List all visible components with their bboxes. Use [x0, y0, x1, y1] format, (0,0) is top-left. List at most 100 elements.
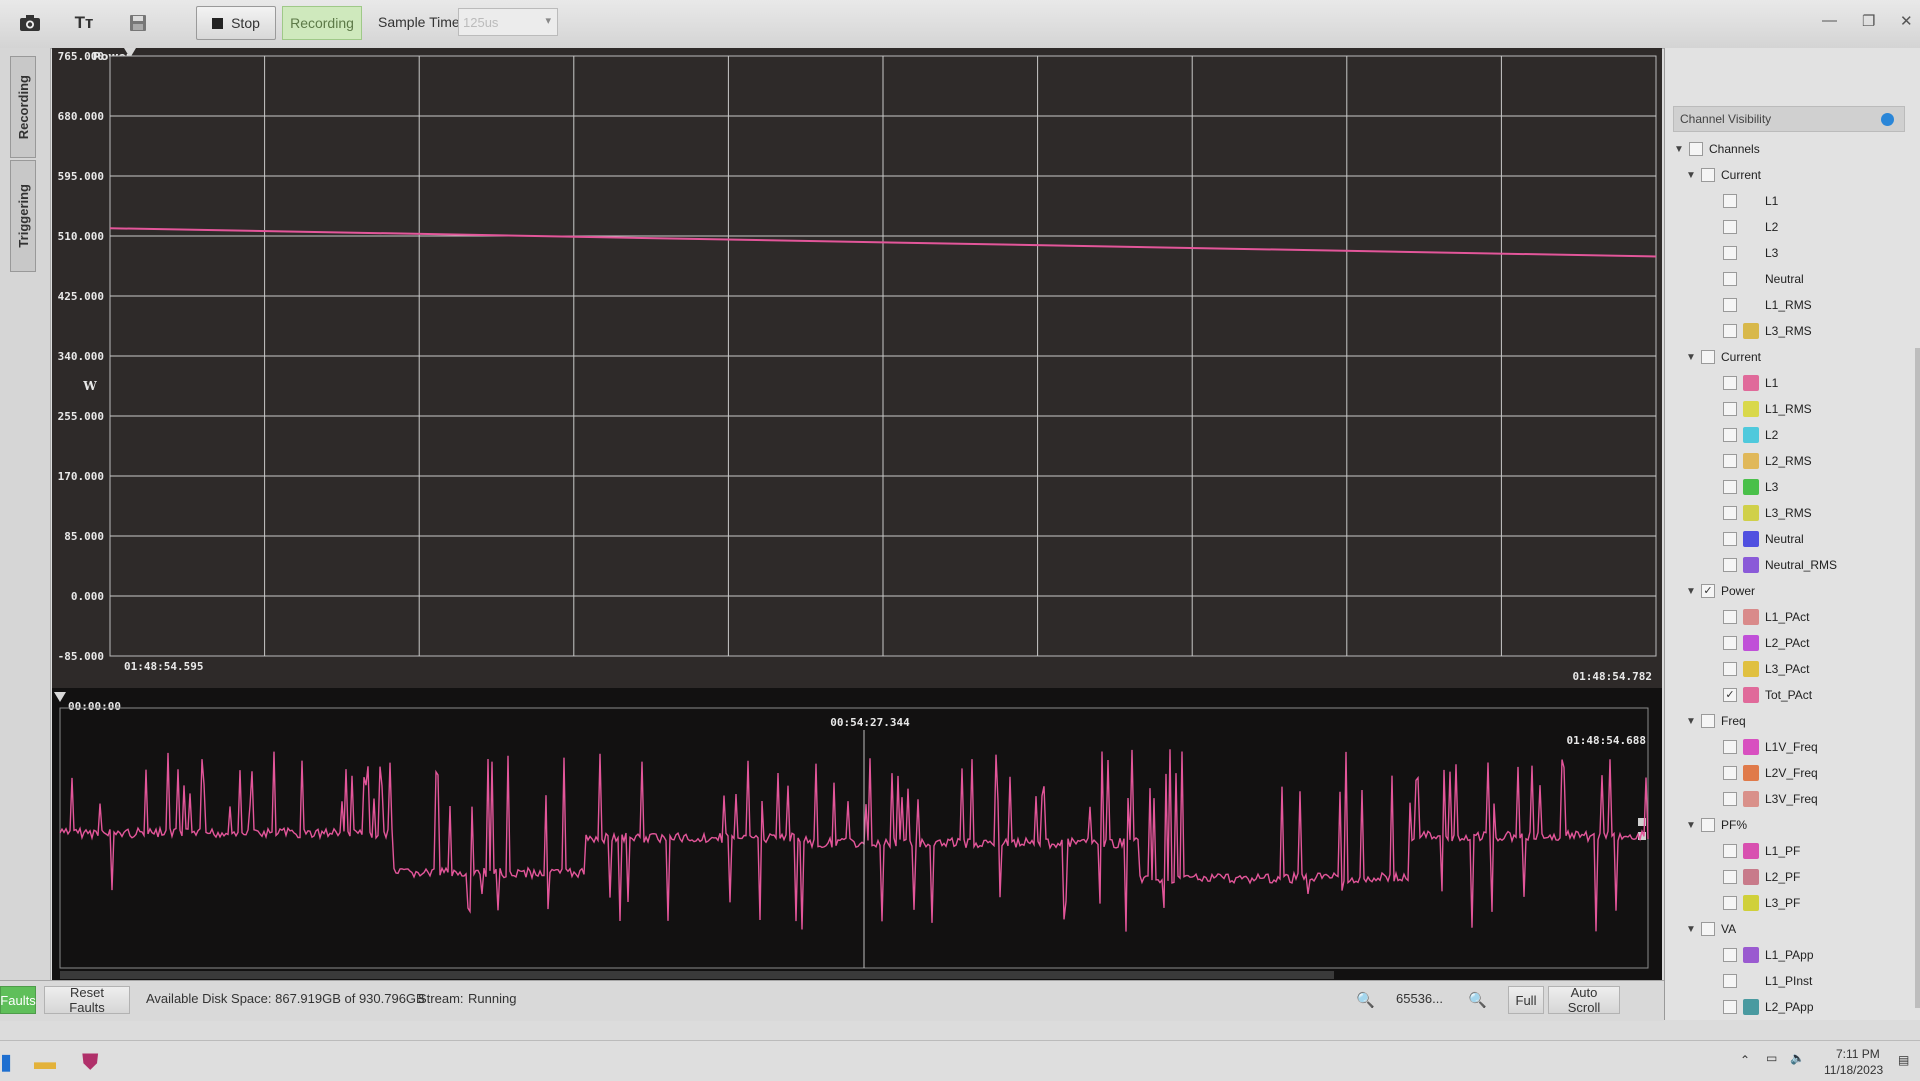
channel-checkbox[interactable] — [1723, 376, 1737, 390]
channel-checkbox[interactable] — [1723, 402, 1737, 416]
tree-item-l1-papp[interactable]: L1_PApp — [1673, 942, 1913, 968]
expand-toggle-icon[interactable]: ▼ — [1685, 820, 1697, 831]
channel-checkbox[interactable]: ✓ — [1701, 584, 1715, 598]
tree-item-l3[interactable]: L3 — [1673, 240, 1913, 266]
zoom-out-icon[interactable]: 🔍 — [1468, 991, 1487, 1009]
channel-checkbox[interactable] — [1701, 714, 1715, 728]
tree-group-freq[interactable]: ▼ Freq — [1673, 708, 1913, 734]
expand-toggle-icon[interactable]: ▼ — [1685, 924, 1697, 935]
tree-item-l3[interactable]: L3 — [1673, 474, 1913, 500]
channel-checkbox[interactable] — [1689, 142, 1703, 156]
channel-checkbox[interactable]: ✓ — [1723, 688, 1737, 702]
channel-checkbox[interactable] — [1723, 896, 1737, 910]
tree-item-l3v-freq[interactable]: L3V_Freq — [1673, 786, 1913, 812]
minimize-button[interactable]: — — [1822, 12, 1837, 29]
notification-icon[interactable]: ▤ — [1898, 1053, 1909, 1067]
maximize-button[interactable]: ❐ — [1862, 12, 1875, 30]
tree-item-l1v-freq[interactable]: L1V_Freq — [1673, 734, 1913, 760]
channel-checkbox[interactable] — [1723, 298, 1737, 312]
channel-checkbox[interactable] — [1723, 220, 1737, 234]
channel-checkbox[interactable] — [1723, 610, 1737, 624]
volume-icon[interactable]: 🔈 — [1790, 1051, 1805, 1065]
stop-button[interactable]: Stop — [196, 6, 276, 40]
tree-item-l1-rms[interactable]: L1_RMS — [1673, 396, 1913, 422]
tree-item-neutral[interactable]: Neutral — [1673, 526, 1913, 552]
tray-chevron-icon[interactable]: ⌃ — [1740, 1053, 1750, 1067]
expand-toggle-icon[interactable]: ▼ — [1685, 716, 1697, 727]
recording-button[interactable]: Recording — [282, 6, 362, 40]
close-button[interactable]: ✕ — [1900, 12, 1913, 30]
channel-checkbox[interactable] — [1723, 1000, 1737, 1014]
text-format-icon[interactable]: Tт — [64, 6, 104, 40]
auto-scroll-button[interactable]: Auto Scroll — [1548, 985, 1620, 1015]
sample-time-select[interactable]: 125us ▾ — [458, 8, 558, 36]
tree-item-l2-papp[interactable]: L2_PApp — [1673, 994, 1913, 1016]
channel-checkbox[interactable] — [1723, 454, 1737, 468]
channel-checkbox[interactable] — [1723, 974, 1737, 988]
tree-item-l2-pact[interactable]: L2_PAct — [1673, 630, 1913, 656]
channel-checkbox[interactable] — [1723, 948, 1737, 962]
camera-icon[interactable] — [10, 6, 50, 40]
channel-checkbox[interactable] — [1723, 740, 1737, 754]
overview-scrollbar[interactable] — [60, 971, 1334, 979]
tree-item-l3-pact[interactable]: L3_PAct — [1673, 656, 1913, 682]
expand-toggle-icon[interactable]: ▼ — [1685, 352, 1697, 363]
tree-group-power[interactable]: ▼ ✓ Power — [1673, 578, 1913, 604]
tree-item-neutral-rms[interactable]: Neutral_RMS — [1673, 552, 1913, 578]
tree-group-current[interactable]: ▼ Current — [1673, 162, 1913, 188]
channel-checkbox[interactable] — [1701, 350, 1715, 364]
expand-toggle-icon[interactable]: ▼ — [1673, 144, 1685, 155]
expand-toggle-icon[interactable]: ▼ — [1685, 586, 1697, 597]
tree-item-l1[interactable]: L1 — [1673, 370, 1913, 396]
tree-item-l2[interactable]: L2 — [1673, 422, 1913, 448]
faults-button[interactable]: Faults — [0, 986, 36, 1014]
network-icon[interactable]: ▭ — [1766, 1051, 1777, 1065]
tree-item-l1-pinst[interactable]: L1_PInst — [1673, 968, 1913, 994]
tab-triggering[interactable]: Triggering — [10, 160, 36, 272]
tree-item-l2-pf[interactable]: L2_PF — [1673, 864, 1913, 890]
tree-item-l3-rms[interactable]: L3_RMS — [1673, 500, 1913, 526]
power-chart[interactable]: Power W 01:48:54.595 01:48:54.782 765.00… — [52, 48, 1662, 688]
tree-item-l2-rms[interactable]: L2_RMS — [1673, 448, 1913, 474]
channel-checkbox[interactable] — [1701, 922, 1715, 936]
tree-group-current[interactable]: ▼ Current — [1673, 344, 1913, 370]
channel-checkbox[interactable] — [1723, 272, 1737, 286]
windows-start-icon[interactable]: ▮ — [0, 1049, 12, 1075]
reset-faults-button[interactable]: Reset Faults — [44, 985, 130, 1015]
full-button[interactable]: Full — [1508, 986, 1544, 1014]
channel-checkbox[interactable] — [1701, 818, 1715, 832]
tree-group-pf-[interactable]: ▼ PF% — [1673, 812, 1913, 838]
channel-checkbox[interactable] — [1723, 428, 1737, 442]
tree-item-l2[interactable]: L2 — [1673, 214, 1913, 240]
channel-checkbox[interactable] — [1723, 324, 1737, 338]
expand-toggle-icon[interactable]: ▼ — [1685, 170, 1697, 181]
panel-scrollbar[interactable] — [1915, 348, 1920, 1008]
channel-checkbox[interactable] — [1723, 194, 1737, 208]
channel-checkbox[interactable] — [1723, 662, 1737, 676]
tree-item-l3-rms[interactable]: L3_RMS — [1673, 318, 1913, 344]
channel-checkbox[interactable] — [1723, 246, 1737, 260]
tree-item-l2v-freq[interactable]: L2V_Freq — [1673, 760, 1913, 786]
app-shield-icon[interactable]: ⛊ — [82, 1049, 99, 1075]
tab-recording[interactable]: Recording — [10, 56, 36, 158]
tree-item-l1-pf[interactable]: L1_PF — [1673, 838, 1913, 864]
tree-item-l1-rms[interactable]: L1_RMS — [1673, 292, 1913, 318]
channel-checkbox[interactable] — [1723, 506, 1737, 520]
channel-checkbox[interactable] — [1723, 844, 1737, 858]
tree-item-l1-pact[interactable]: L1_PAct — [1673, 604, 1913, 630]
tree-item-neutral[interactable]: Neutral — [1673, 266, 1913, 292]
overview-chart[interactable]: 00:00:00 00:54:27.344 01:48:54.688 — [52, 688, 1662, 980]
folder-icon[interactable]: ▬ — [34, 1049, 56, 1075]
tree-group-va[interactable]: ▼ VA — [1673, 916, 1913, 942]
save-icon[interactable] — [118, 6, 158, 40]
channel-checkbox[interactable] — [1723, 480, 1737, 494]
channel-checkbox[interactable] — [1723, 792, 1737, 806]
channel-checkbox[interactable] — [1701, 168, 1715, 182]
tree-item-l1[interactable]: L1 — [1673, 188, 1913, 214]
tree-item-l3-pf[interactable]: L3_PF — [1673, 890, 1913, 916]
tree-item-channels[interactable]: ▼ Channels — [1673, 136, 1913, 162]
channel-checkbox[interactable] — [1723, 870, 1737, 884]
tree-item-tot-pact[interactable]: ✓ Tot_PAct — [1673, 682, 1913, 708]
channel-checkbox[interactable] — [1723, 766, 1737, 780]
channel-checkbox[interactable] — [1723, 636, 1737, 650]
